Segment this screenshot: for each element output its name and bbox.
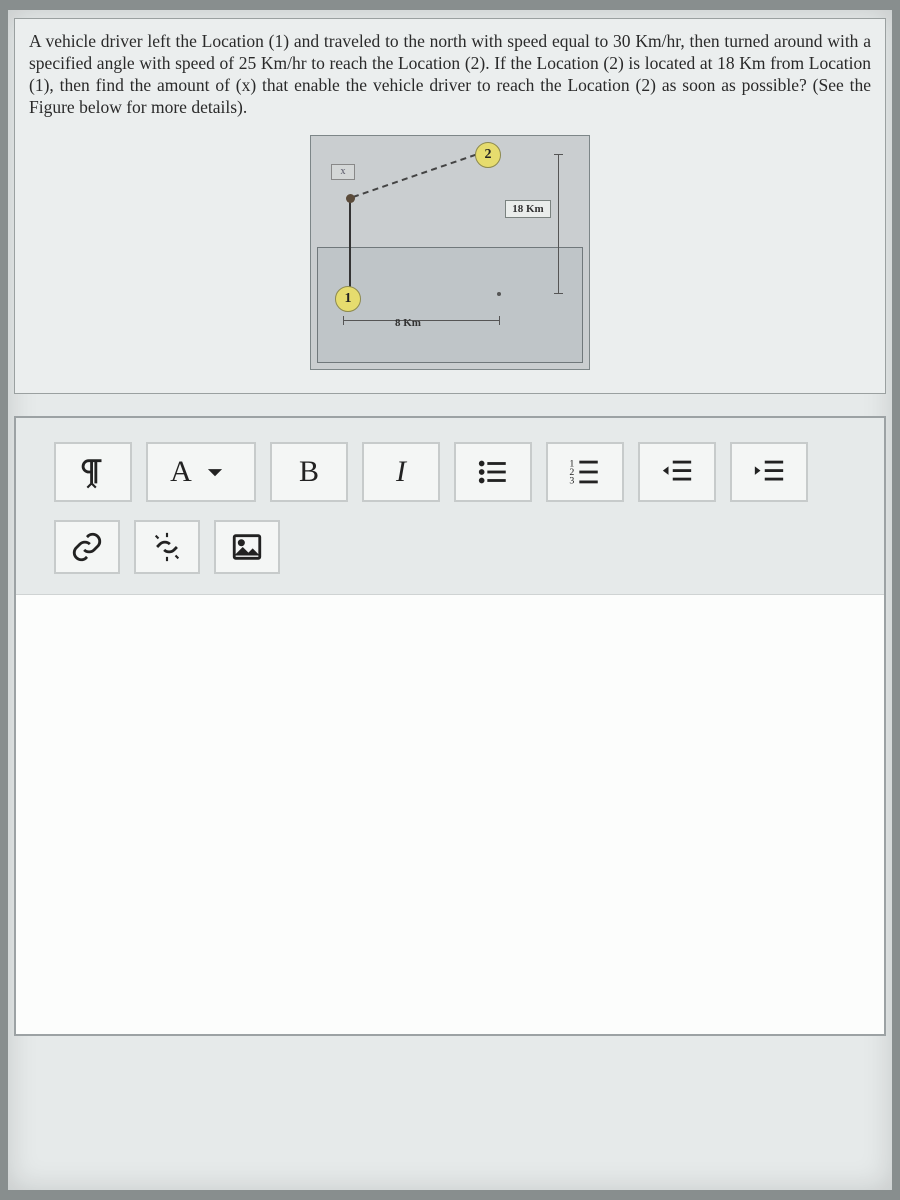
chevron-down-icon [198, 455, 232, 489]
svg-text:3: 3 [569, 475, 574, 486]
paragraph-icon [76, 455, 110, 489]
question-text: A vehicle driver left the Location (1) a… [29, 31, 871, 119]
link-icon [70, 530, 104, 564]
paragraph-button[interactable] [54, 442, 132, 502]
unordered-list-button[interactable] [454, 442, 532, 502]
bold-button[interactable]: B [270, 442, 348, 502]
font-color-label: A [170, 455, 192, 489]
ordered-list-button[interactable]: 1 2 3 [546, 442, 624, 502]
figure-dim-right-tick-top [554, 154, 563, 155]
figure-turn-point [346, 194, 355, 203]
insert-image-button[interactable] [214, 520, 280, 574]
ordered-list-icon: 1 2 3 [568, 455, 602, 489]
figure-dim-right-line [558, 154, 559, 294]
unlink-icon [150, 530, 184, 564]
figure-dashed-path [353, 153, 477, 197]
figure-wrapper: x 1 2 18 Km 8 Km [29, 135, 871, 375]
figure-dim-right-tick-bottom [554, 293, 563, 294]
indent-button[interactable] [730, 442, 808, 502]
question-panel: A vehicle driver left the Location (1) a… [14, 18, 886, 394]
figure-dim-bottom-line [343, 320, 499, 321]
figure-dim-bottom-tick-right [499, 316, 500, 325]
italic-button[interactable]: I [362, 442, 440, 502]
figure-dim-bottom-tick-left [343, 316, 344, 325]
editor-toolbar-row-1: A B I 1 2 3 [16, 418, 884, 510]
bold-label: B [299, 455, 319, 489]
indent-icon [752, 455, 786, 489]
figure-node-2: 2 [475, 142, 501, 168]
link-button[interactable] [54, 520, 120, 574]
italic-label: I [396, 455, 406, 489]
font-color-button[interactable]: A [146, 442, 256, 502]
answer-text-area[interactable] [16, 594, 884, 1034]
figure-dim-bottom-label: 8 Km [395, 317, 421, 329]
answer-editor-panel: A B I 1 2 3 [14, 416, 886, 1036]
outdent-icon [660, 455, 694, 489]
figure-x-label: x [331, 164, 355, 180]
unlink-button[interactable] [134, 520, 200, 574]
unordered-list-icon [476, 455, 510, 489]
editor-toolbar-row-2 [16, 510, 884, 594]
figure-node-1: 1 [335, 286, 361, 312]
figure-corner-dot [497, 292, 501, 296]
figure-dim-right-label: 18 Km [505, 200, 551, 218]
problem-figure: x 1 2 18 Km 8 Km [310, 135, 590, 370]
page-container: A vehicle driver left the Location (1) a… [8, 10, 892, 1190]
figure-vertical-path [349, 200, 351, 292]
outdent-button[interactable] [638, 442, 716, 502]
image-icon [230, 530, 264, 564]
